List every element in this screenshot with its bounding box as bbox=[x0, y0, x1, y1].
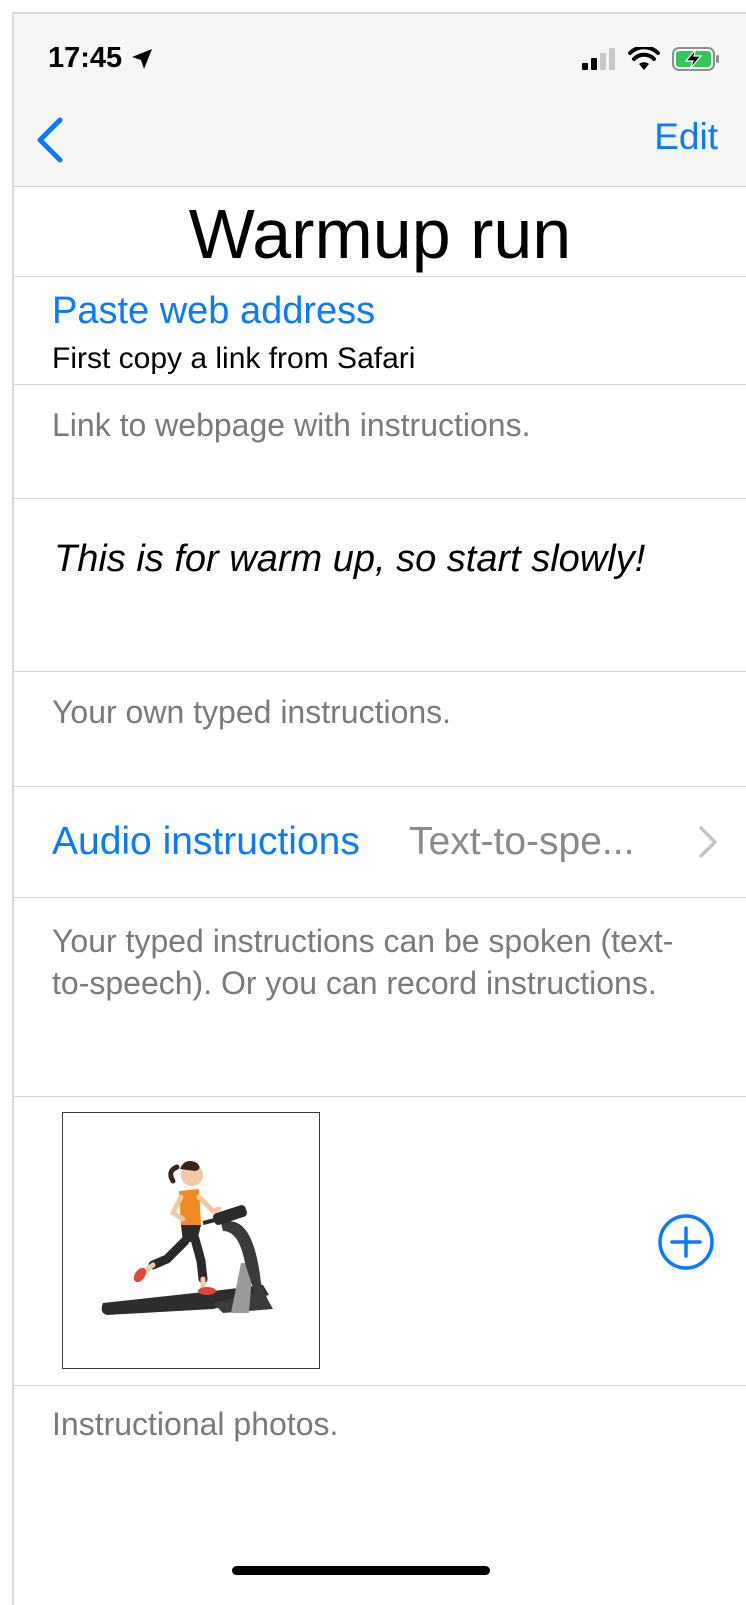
wifi-icon bbox=[628, 47, 660, 70]
section-footer-text: Your own typed instructions. bbox=[52, 694, 452, 730]
page-title: Warmup run bbox=[188, 195, 572, 273]
typed-instructions-cell[interactable]: This is for warm up, so start slowly! bbox=[14, 499, 746, 672]
photo-thumbnail[interactable] bbox=[62, 1112, 320, 1369]
status-time: 17:45 bbox=[48, 42, 154, 75]
chevron-right-icon bbox=[699, 826, 717, 858]
treadmill-runner-image bbox=[101, 1161, 273, 1315]
section-footer-audio: Your typed instructions can be spoken (t… bbox=[14, 898, 746, 1097]
section-footer-typed: Your own typed instructions. bbox=[14, 672, 746, 787]
audio-instructions-value: Text-to-spe... bbox=[409, 820, 635, 863]
edit-button[interactable]: Edit bbox=[654, 116, 718, 158]
section-footer-text: Link to webpage with instructions. bbox=[52, 407, 531, 443]
audio-instructions-label: Audio instructions bbox=[52, 820, 360, 863]
typed-instructions-text[interactable]: This is for warm up, so start slowly! bbox=[54, 531, 674, 587]
section-footer-web-link: Link to webpage with instructions. bbox=[14, 385, 746, 499]
home-indicator[interactable] bbox=[232, 1566, 490, 1575]
paste-web-address-cell[interactable]: Paste web address First copy a link from… bbox=[14, 276, 746, 385]
status-time-label: 17:45 bbox=[48, 42, 123, 74]
cellular-signal-icon bbox=[582, 48, 615, 70]
instructional-photos-cell bbox=[14, 1097, 746, 1386]
navigation-bar: 17:45 Edit bbox=[14, 14, 746, 187]
page-title-row: Warmup run bbox=[14, 186, 746, 277]
paste-web-address-subtitle: First copy a link from Safari bbox=[52, 342, 416, 375]
battery-charging-icon bbox=[672, 47, 719, 71]
status-icons bbox=[582, 46, 720, 72]
add-photo-plus-icon[interactable] bbox=[657, 1213, 715, 1271]
app-screen: 17:45 Edit Warmup run Paste web address … bbox=[12, 12, 746, 1605]
section-footer-text: Instructional photos. bbox=[52, 1406, 339, 1442]
audio-instructions-cell[interactable]: Audio instructions Text-to-spe... bbox=[14, 787, 746, 898]
location-arrow-icon bbox=[132, 48, 153, 69]
paste-web-address-button[interactable]: Paste web address bbox=[52, 290, 375, 333]
section-footer-text: Your typed instructions can be spoken (t… bbox=[52, 923, 674, 1001]
back-chevron-icon[interactable] bbox=[30, 114, 70, 166]
